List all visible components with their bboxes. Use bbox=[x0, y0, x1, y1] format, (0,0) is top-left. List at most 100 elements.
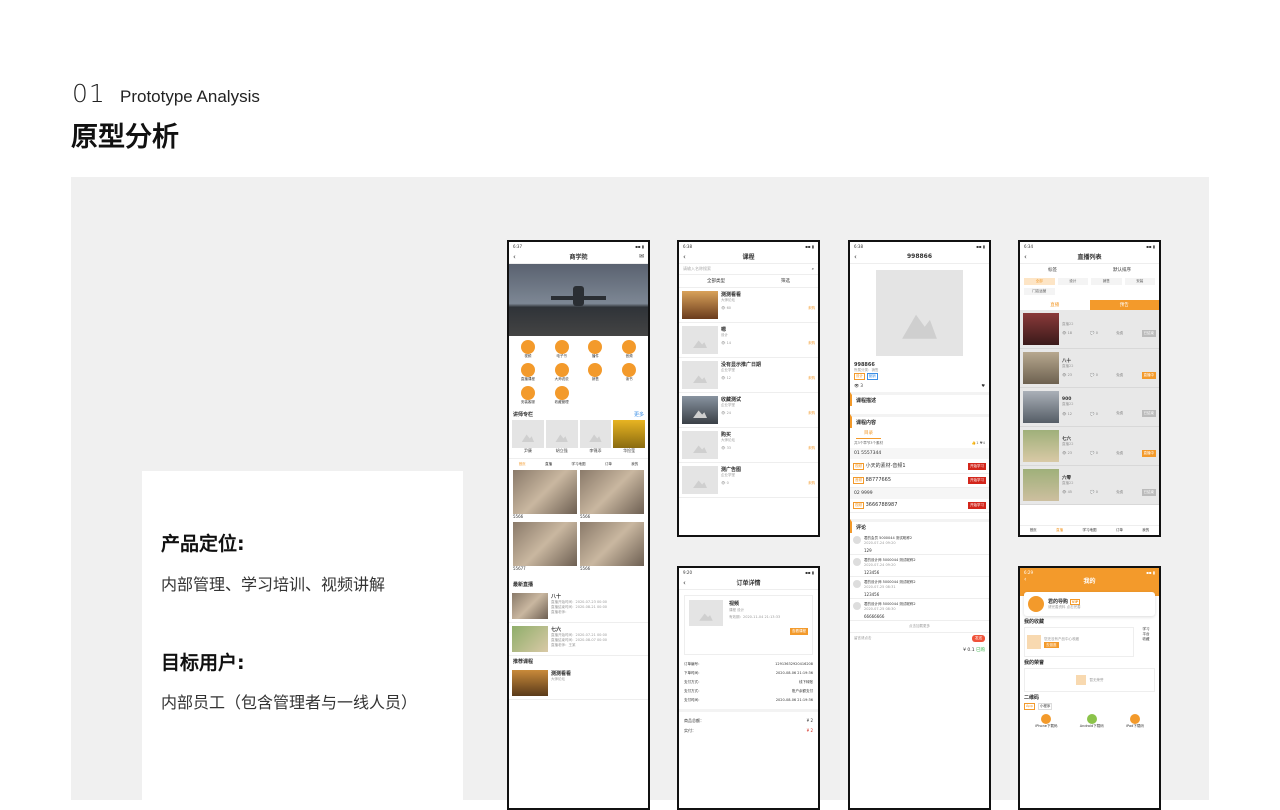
tab-me[interactable]: 我的 bbox=[631, 462, 638, 467]
tab-home[interactable]: 首页 bbox=[519, 462, 526, 467]
tab-orders[interactable]: 订单 bbox=[605, 462, 612, 467]
course-item[interactable]: 没有显示推广日期 企业学堂 👁 12 未购 bbox=[679, 358, 818, 393]
product-item[interactable]: 55677 bbox=[513, 522, 577, 571]
back-icon[interactable]: ‹ bbox=[683, 579, 686, 587]
bought-label: 已购 bbox=[976, 648, 985, 653]
download-item[interactable]: iPad下载码 bbox=[1126, 714, 1144, 729]
tab-map[interactable]: 学习地图 bbox=[1082, 528, 1096, 533]
course-item[interactable]: 购买 大师论坛 👁 33 未购 bbox=[679, 428, 818, 463]
grid-item[interactable]: 音频 bbox=[612, 340, 646, 359]
course-item[interactable]: 收藏测试 企业学堂 👁 24 未购 bbox=[679, 393, 818, 428]
course-item[interactable]: 测广告图 企业学堂 👁 0 未购 bbox=[679, 463, 818, 498]
recommend-item[interactable]: 测测看看 大师论坛 bbox=[509, 667, 648, 700]
live-status-button[interactable]: 直播中 bbox=[1141, 371, 1156, 379]
category-chip[interactable]: 销售 bbox=[1091, 278, 1122, 285]
favorite-icon[interactable]: ♥ bbox=[981, 383, 985, 388]
start-button[interactable]: 开始学习 bbox=[968, 502, 986, 509]
course-item[interactable]: 测测看看 大师论坛 👁 60 未购 bbox=[679, 288, 818, 323]
grid-item[interactable]: 播件 bbox=[579, 340, 613, 359]
grid-item[interactable]: 电子书 bbox=[545, 340, 579, 359]
grid-item[interactable]: 销售 bbox=[579, 363, 613, 382]
grid-item[interactable]: 读书 bbox=[612, 363, 646, 382]
live-status-button[interactable]: 直播中 bbox=[1141, 449, 1156, 457]
chapter[interactable]: 02 9999 bbox=[850, 488, 989, 499]
more-link[interactable]: 更多 bbox=[634, 411, 644, 418]
category-chip[interactable]: 门店运营 bbox=[1024, 288, 1055, 295]
load-more-link[interactable]: 点击加载更多 bbox=[850, 621, 989, 632]
tab-bar: 首页 直播 学习地图 订单 我的 bbox=[509, 458, 648, 470]
download-item[interactable]: iPhone下载码 bbox=[1035, 714, 1057, 729]
tab-orders[interactable]: 订单 bbox=[1116, 528, 1123, 533]
grid-item[interactable]: 视频 bbox=[511, 340, 545, 359]
live-status-button[interactable]: 已结束 bbox=[1141, 329, 1156, 337]
type-filter[interactable]: 全部类型 bbox=[707, 278, 725, 284]
views-count: 👁 33 bbox=[721, 446, 732, 450]
back-icon[interactable]: ‹ bbox=[1024, 576, 1026, 583]
live-status-button[interactable]: 已结束 bbox=[1141, 410, 1156, 417]
lecturer-item[interactable]: 华捡莹 bbox=[613, 420, 645, 454]
course-sub: 大师论坛 bbox=[721, 298, 735, 302]
tab-preview[interactable]: 预告 bbox=[1089, 300, 1159, 310]
phone-me: 6:29 ▪▪ ▮ ‹ 我的 君的导购 VIP 请完善资料 点击完善 我的收藏 您还没… bbox=[1018, 566, 1161, 810]
live-item[interactable]: 八十 直播22 👁 23 💬 0 免费 直播中 bbox=[1020, 349, 1159, 388]
start-button[interactable]: 开始学习 bbox=[968, 477, 986, 484]
sort-filter[interactable]: 默认排序 bbox=[1113, 267, 1131, 273]
tab-live[interactable]: 直播 bbox=[1020, 300, 1090, 310]
lesson-item[interactable]: 视频 3666788987 开始学习 bbox=[850, 499, 989, 513]
banner-image[interactable] bbox=[509, 264, 648, 336]
comment-input[interactable]: 留言请点击 bbox=[854, 636, 872, 641]
screen-filter[interactable]: 筛选 bbox=[781, 278, 790, 284]
grid-item[interactable]: 收藏管理 bbox=[545, 386, 579, 405]
tab-app[interactable]: App bbox=[1024, 703, 1035, 710]
back-icon[interactable]: ‹ bbox=[1024, 253, 1027, 261]
user-sub: 请完善资料 点击完善 bbox=[1048, 605, 1081, 609]
product-item[interactable]: 5566 bbox=[580, 470, 644, 519]
category-chip[interactable]: 全部 bbox=[1024, 278, 1055, 285]
start-button[interactable]: 开始学习 bbox=[968, 462, 986, 470]
grid-item[interactable]: 安装客服 bbox=[511, 386, 545, 405]
live-status-button[interactable]: 已结束 bbox=[1141, 488, 1156, 496]
download-item[interactable]: Android下载码 bbox=[1080, 714, 1104, 729]
comment-item: 君的设计师 5000044 测试昵称2 2020-07-24 09:20 12345… bbox=[850, 555, 989, 577]
course-item[interactable]: 嗯设计 👁 14 未购 bbox=[679, 323, 818, 358]
tab-map[interactable]: 学习地图 bbox=[571, 462, 585, 467]
category-chip[interactable]: 安装 bbox=[1124, 278, 1155, 285]
user-card[interactable]: 君的导购 VIP 请完善资料 点击完善 bbox=[1024, 592, 1155, 616]
live-item[interactable]: 直播22 👁 18 💬 0 免费 已结束 bbox=[1020, 310, 1159, 349]
browse-button[interactable]: 去逛逛 bbox=[1044, 641, 1059, 648]
chapter[interactable]: 01 5557344 bbox=[850, 448, 989, 459]
lecturer-item[interactable]: 尹康 bbox=[512, 420, 544, 454]
back-icon[interactable]: ‹ bbox=[513, 253, 516, 261]
back-icon[interactable]: ‹ bbox=[683, 253, 686, 261]
live-item[interactable]: 八十 直播开始时间：2020-07-23 00:00 直播结束时间：2020-08-… bbox=[509, 590, 648, 623]
live-item[interactable]: 六零 直播22 👁 45 💬 0 免费 已结束 bbox=[1020, 466, 1159, 505]
category-chip[interactable]: 设计 bbox=[1057, 278, 1088, 285]
mail-icon[interactable]: ✉ bbox=[639, 253, 644, 260]
tag-filter[interactable]: 标签 bbox=[1048, 267, 1057, 273]
back-icon[interactable]: ‹ bbox=[854, 253, 857, 261]
lesson-item[interactable]: 视频 小天的素材-音频1 开始学习 bbox=[850, 459, 989, 474]
tab-live[interactable]: 直播 bbox=[1056, 528, 1063, 533]
live-sub: 直播22 bbox=[1062, 321, 1074, 326]
live-item[interactable]: 七六 直播开始时间：2020-07-21 00:00 直播结束时间：2020-08-… bbox=[509, 623, 648, 656]
lesson-item[interactable]: 音频 88777665 开始学习 bbox=[850, 474, 989, 488]
live-item[interactable]: 七六 直播22 👁 23 💬 0 免费 直播中 bbox=[1020, 427, 1159, 466]
grid-item[interactable]: 大师说说 bbox=[545, 363, 579, 382]
lecturer-item[interactable]: 胡立强 bbox=[545, 420, 578, 454]
purchase-state: 未购 bbox=[808, 376, 815, 380]
live-sub: 直播22 bbox=[1062, 363, 1074, 368]
tab-me[interactable]: 我的 bbox=[1142, 528, 1149, 533]
send-button[interactable]: 发送 bbox=[972, 635, 985, 642]
search-icon[interactable]: ⌕ bbox=[812, 266, 814, 272]
grid-item[interactable]: 直播课程 bbox=[511, 363, 545, 382]
live-item[interactable]: 900 直播22 👁 12 💬 0 免费 已结束 bbox=[1020, 388, 1159, 427]
lecturer-item[interactable]: 李锦添 bbox=[579, 420, 612, 454]
search-input[interactable]: 请输入名称搜索 ⌕ bbox=[679, 264, 818, 275]
tab-live[interactable]: 直播 bbox=[545, 462, 552, 467]
view-course-button[interactable]: 查看课程 bbox=[790, 628, 808, 635]
product-item[interactable]: 5566 bbox=[513, 470, 577, 519]
tab-home[interactable]: 首页 bbox=[1030, 528, 1037, 533]
tab-catalog[interactable]: 目录 bbox=[856, 428, 881, 439]
product-item[interactable]: 5566 bbox=[580, 522, 644, 571]
tab-miniprogram[interactable]: 小程序 bbox=[1037, 703, 1053, 710]
